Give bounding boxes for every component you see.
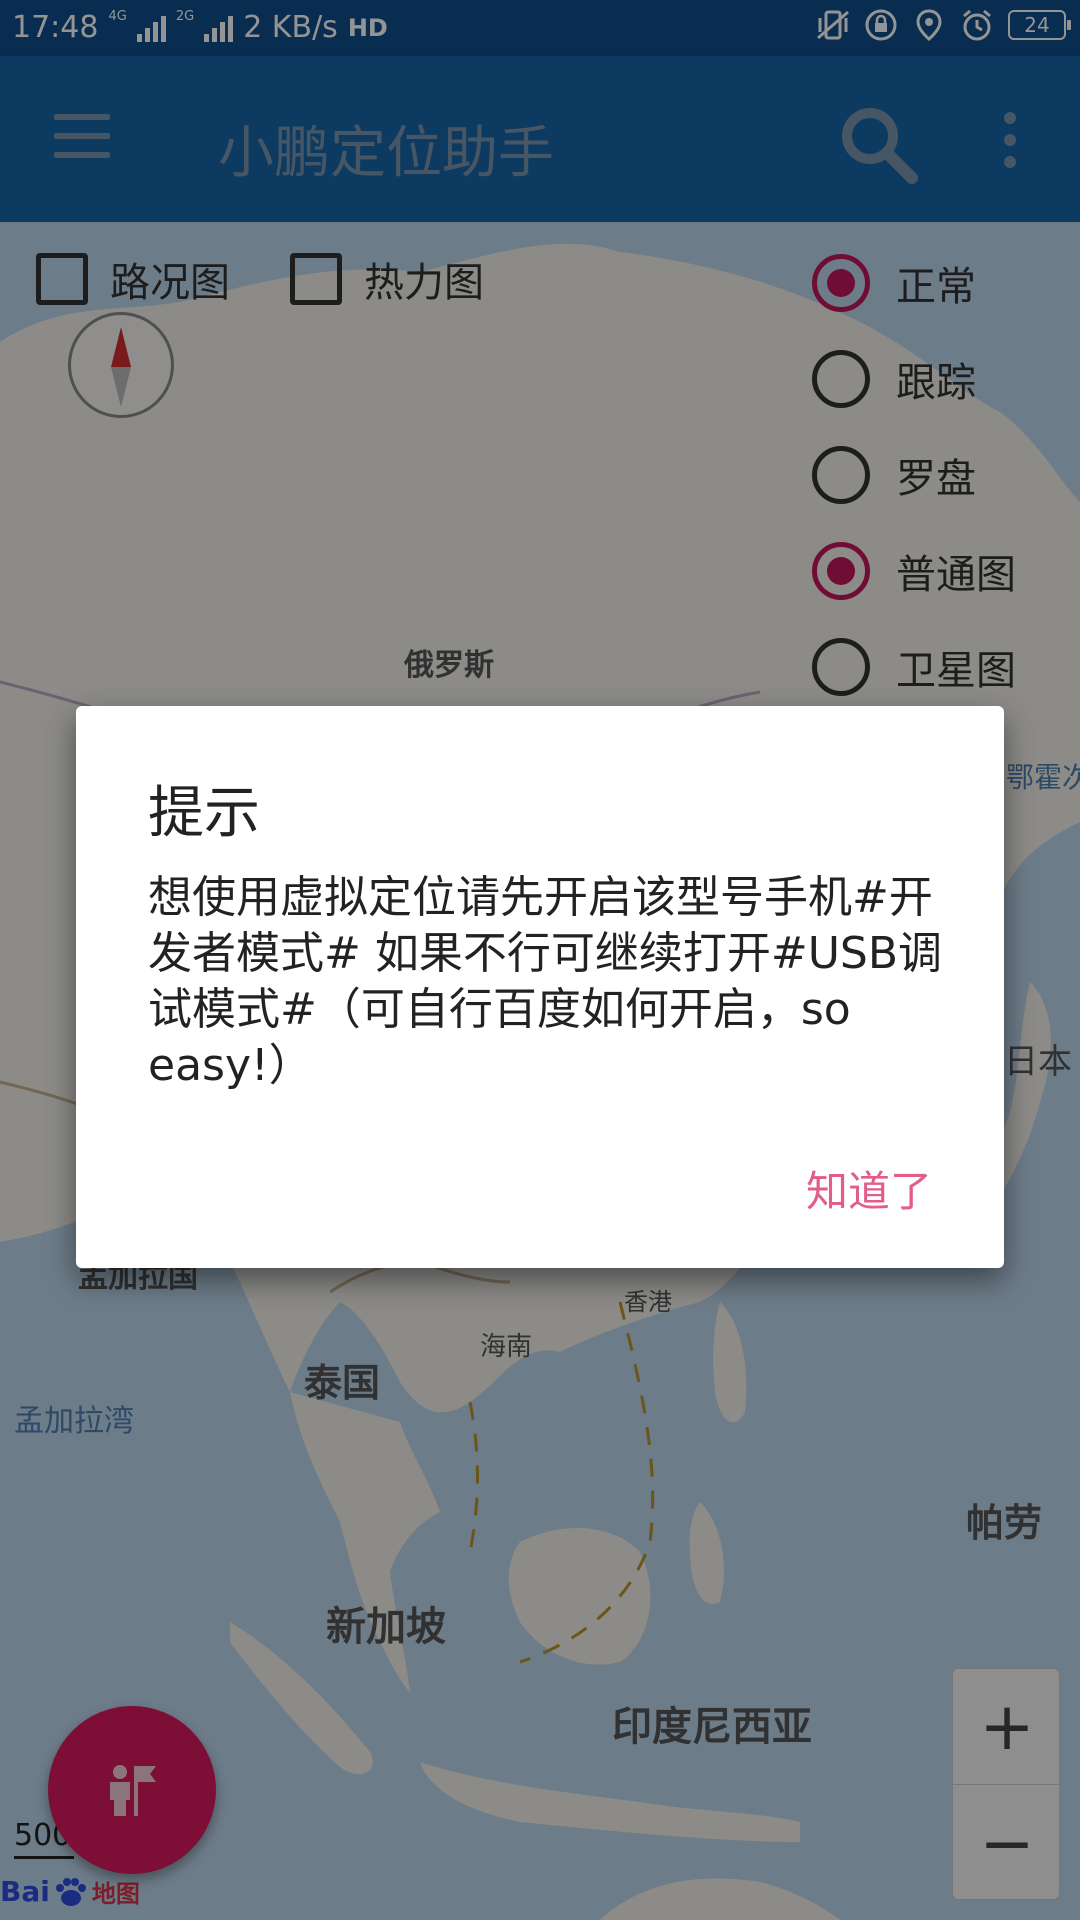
dialog-title: 提示	[148, 781, 260, 846]
dialog-ok-button[interactable]: 知道了	[806, 1158, 932, 1219]
dialog-message: 想使用虚拟定位请先开启该型号手机#开发者模式# 如果不行可继续打开#USB调试模…	[148, 872, 943, 1091]
hint-dialog: 提示 想使用虚拟定位请先开启该型号手机#开发者模式# 如果不行可继续打开#USB…	[76, 706, 1004, 1268]
